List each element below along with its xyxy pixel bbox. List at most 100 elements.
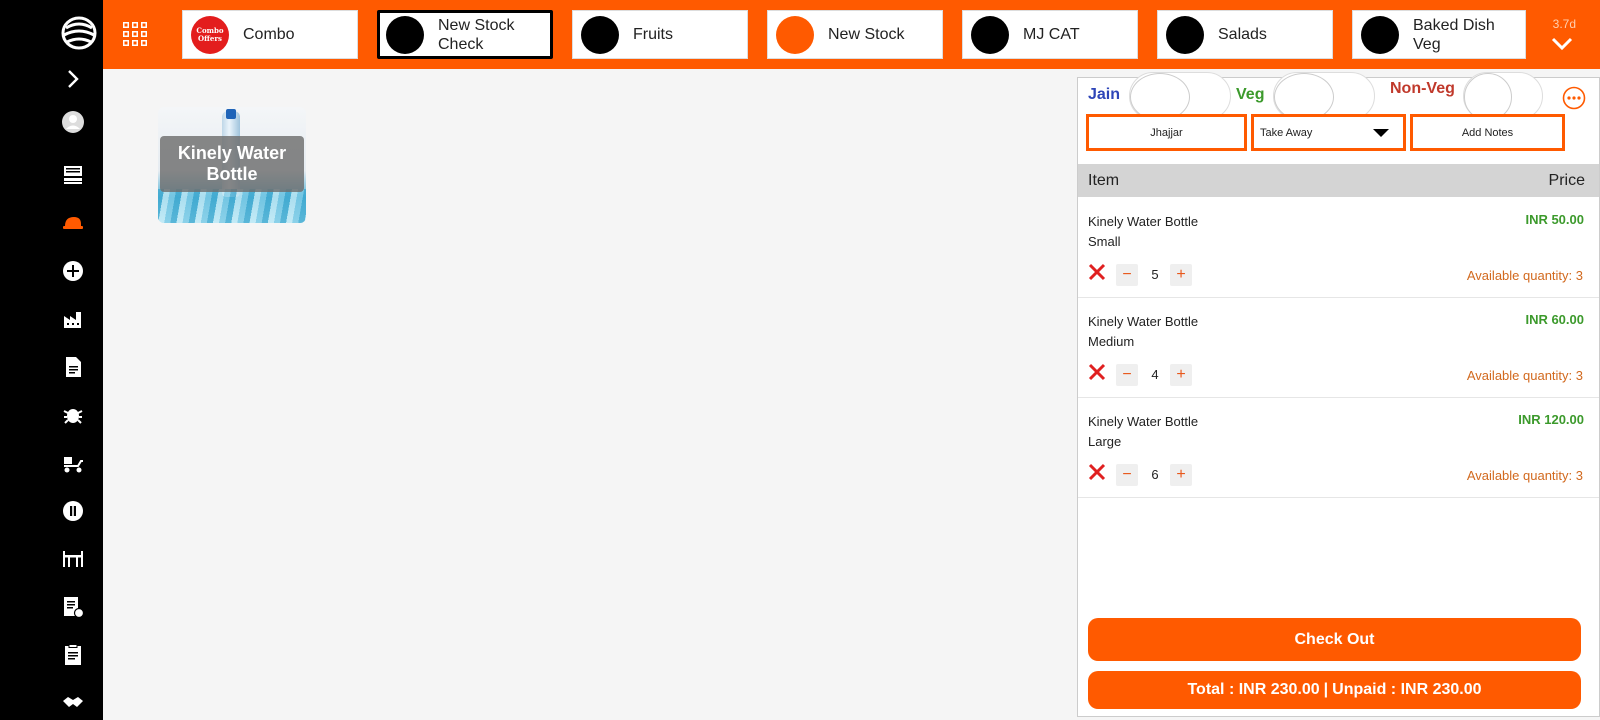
add-circle-icon[interactable] bbox=[60, 258, 86, 284]
tab-label: New Stock bbox=[828, 26, 905, 43]
category-thumbnail bbox=[386, 15, 424, 54]
product-name-overlay: Kinely Water Bottle bbox=[160, 136, 304, 192]
factory-icon[interactable] bbox=[60, 306, 86, 332]
tab-salads[interactable]: Salads bbox=[1157, 10, 1333, 59]
clipboard-icon[interactable] bbox=[60, 642, 86, 668]
item-variant: Large bbox=[1088, 434, 1122, 449]
tab-label: New Stock Check bbox=[438, 16, 515, 53]
item-name: Kinely Water Bottle Large bbox=[1088, 412, 1198, 452]
diet-filter-row: Jain Veg Non-Veg bbox=[1078, 72, 1599, 121]
water-splash-image bbox=[158, 189, 306, 223]
bottle-cap bbox=[226, 109, 236, 119]
category-thumbnail bbox=[971, 15, 1009, 54]
order-line-item: Kinely Water Bottle Large INR 120.00 − 6 … bbox=[1078, 398, 1599, 498]
item-column-header: Item bbox=[1088, 171, 1120, 189]
order-mode-value: Take Away bbox=[1260, 126, 1313, 139]
product-name: Kinely Water Bottle bbox=[177, 143, 287, 184]
location-label: Jhajjar bbox=[1150, 126, 1183, 139]
tab-label: Fruits bbox=[633, 26, 673, 43]
item-title: Kinely Water Bottle bbox=[1088, 314, 1199, 329]
non-veg-label: Non-Veg bbox=[1390, 80, 1455, 97]
tab-new-stock[interactable]: New Stock bbox=[767, 10, 943, 59]
pos-terminal-icon[interactable] bbox=[60, 162, 86, 188]
chevron-down-icon[interactable] bbox=[1550, 36, 1574, 52]
add-notes-label: Add Notes bbox=[1461, 126, 1514, 139]
add-notes-button[interactable]: Add Notes bbox=[1410, 114, 1565, 151]
tab-label: Salads bbox=[1218, 26, 1267, 43]
category-bar: Combo Offers Combo New Stock Check Fruit… bbox=[103, 0, 1600, 69]
bug-icon[interactable] bbox=[60, 402, 86, 428]
jain-toggle[interactable] bbox=[1129, 72, 1231, 121]
tab-new-stock-check[interactable]: New Stock Check bbox=[377, 10, 553, 59]
items-table-header: Item Price bbox=[1078, 164, 1599, 197]
report-settings-icon[interactable] bbox=[60, 594, 86, 620]
tab-label: Baked Dish Veg bbox=[1413, 16, 1495, 53]
unpaid-amount: Unpaid : INR 230.00 bbox=[1332, 681, 1482, 698]
combo-offers-badge: Combo Offers bbox=[191, 15, 229, 54]
order-panel: Jain Veg Non-Veg Jhajjar Take Away Add N… bbox=[1077, 72, 1600, 717]
version-label: 3.7d bbox=[1552, 17, 1576, 31]
increase-qty-button[interactable]: + bbox=[1170, 364, 1192, 386]
non-veg-toggle[interactable] bbox=[1463, 72, 1543, 121]
profile-icon[interactable] bbox=[60, 109, 86, 135]
veg-label: Veg bbox=[1236, 86, 1265, 103]
checkout-button[interactable]: Check Out bbox=[1088, 618, 1581, 661]
available-quantity: Available quantity: 3 bbox=[1466, 368, 1583, 383]
tab-mj-cat[interactable]: MJ CAT bbox=[962, 10, 1138, 59]
tab-label: MJ CAT bbox=[1023, 26, 1080, 43]
available-quantity: Available quantity: 3 bbox=[1466, 468, 1583, 483]
available-quantity: Available quantity: 3 bbox=[1466, 268, 1583, 283]
total-separator: | bbox=[1323, 681, 1329, 698]
dining-table-icon[interactable] bbox=[60, 546, 86, 572]
remove-item-icon[interactable] bbox=[1087, 262, 1107, 282]
item-title: Kinely Water Bottle bbox=[1088, 414, 1199, 429]
decrease-qty-button[interactable]: − bbox=[1116, 264, 1138, 286]
tab-combo[interactable]: Combo Offers Combo bbox=[182, 10, 358, 59]
remove-item-icon[interactable] bbox=[1087, 462, 1107, 482]
tab-fruits[interactable]: Fruits bbox=[572, 10, 748, 59]
document-icon[interactable] bbox=[60, 354, 86, 380]
category-thumbnail bbox=[1166, 15, 1204, 54]
item-name: Kinely Water Bottle Medium bbox=[1088, 312, 1198, 352]
handshake-icon[interactable] bbox=[60, 690, 86, 716]
remove-item-icon[interactable] bbox=[1087, 362, 1107, 382]
tab-label: Combo bbox=[243, 26, 295, 43]
product-card[interactable]: Kinely Water Bottle bbox=[158, 107, 306, 223]
increase-qty-button[interactable]: + bbox=[1170, 264, 1192, 286]
quantity-value: 4 bbox=[1151, 367, 1159, 382]
item-title: Kinely Water Bottle bbox=[1088, 214, 1199, 229]
pause-icon[interactable] bbox=[60, 498, 86, 524]
quantity-value: 6 bbox=[1151, 467, 1159, 482]
expand-icon[interactable] bbox=[60, 66, 86, 92]
decrease-qty-button[interactable]: − bbox=[1116, 464, 1138, 486]
delivery-scooter-icon[interactable] bbox=[60, 450, 86, 476]
grid-menu-icon[interactable] bbox=[121, 20, 149, 48]
price-column-header: Price bbox=[1548, 171, 1585, 189]
decrease-qty-button[interactable]: − bbox=[1116, 364, 1138, 386]
app-logo-icon bbox=[58, 14, 100, 52]
category-thumbnail bbox=[776, 15, 814, 54]
item-price: INR 60.00 bbox=[1525, 312, 1584, 327]
more-options-icon[interactable] bbox=[1562, 86, 1586, 110]
category-thumbnail bbox=[581, 15, 619, 54]
veg-toggle[interactable] bbox=[1273, 72, 1375, 121]
increase-qty-button[interactable]: + bbox=[1170, 464, 1192, 486]
delivery-hat-icon[interactable] bbox=[60, 210, 86, 236]
sidebar bbox=[0, 0, 103, 720]
location-button[interactable]: Jhajjar bbox=[1086, 114, 1247, 151]
item-price: INR 50.00 bbox=[1525, 212, 1584, 227]
item-name: Kinely Water Bottle Small bbox=[1088, 212, 1198, 252]
item-variant: Small bbox=[1088, 234, 1121, 249]
category-thumbnail bbox=[1361, 15, 1399, 54]
quantity-value: 5 bbox=[1151, 267, 1159, 282]
tab-baked-dish-veg[interactable]: Baked Dish Veg bbox=[1352, 10, 1526, 59]
order-mode-select[interactable]: Take Away bbox=[1251, 114, 1406, 151]
order-line-item: Kinely Water Bottle Small INR 50.00 − 5 +… bbox=[1078, 198, 1599, 298]
jain-label: Jain bbox=[1088, 86, 1121, 103]
order-line-item: Kinely Water Bottle Medium INR 60.00 − 4 … bbox=[1078, 298, 1599, 398]
combo-badge-text: Combo Offers bbox=[196, 25, 224, 43]
item-price: INR 120.00 bbox=[1518, 412, 1584, 427]
total-summary-button[interactable]: Total : INR 230.00 | Unpaid : INR 230.00 bbox=[1088, 671, 1581, 709]
total-amount: Total : INR 230.00 bbox=[1187, 681, 1320, 698]
caret-down-icon bbox=[1373, 129, 1389, 137]
